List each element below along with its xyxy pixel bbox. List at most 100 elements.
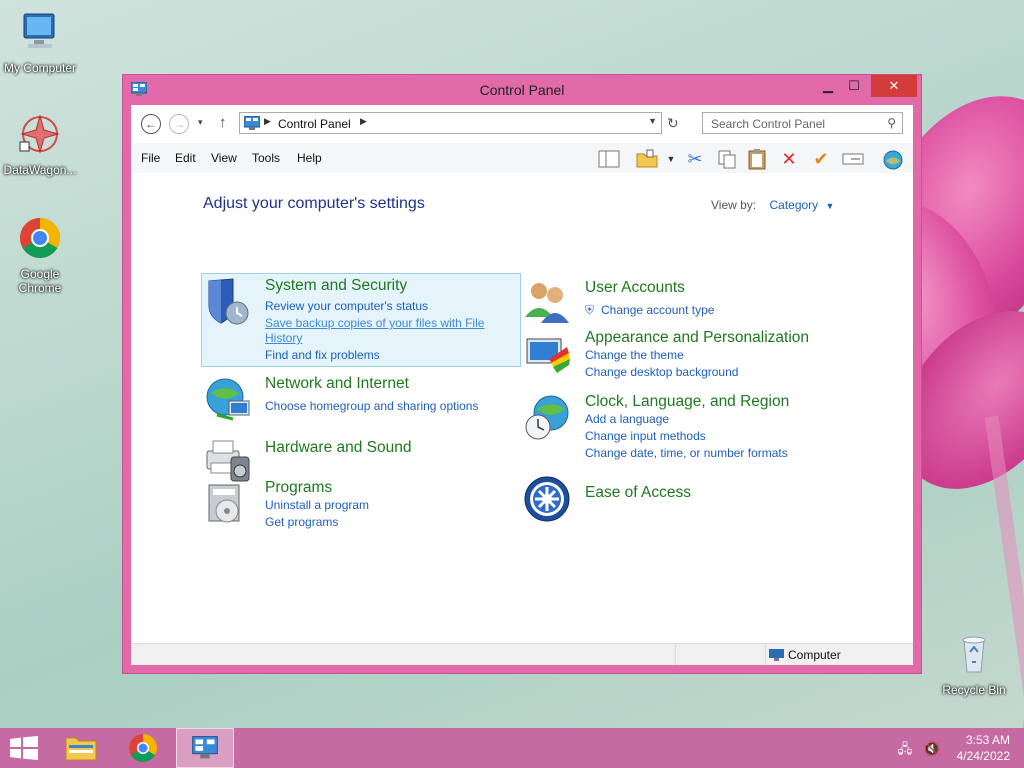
desktop-icon-my-computer[interactable]: My Computer xyxy=(0,10,80,75)
link-change-theme[interactable]: Change the theme xyxy=(585,348,684,362)
category-programs[interactable]: Programs Uninstall a program Get program… xyxy=(203,479,523,533)
category-title[interactable]: Network and Internet xyxy=(265,375,409,393)
desktop-icon-chrome[interactable]: Google Chrome xyxy=(0,216,80,295)
taskbar-chrome[interactable] xyxy=(114,728,172,768)
shield-icon xyxy=(208,278,249,325)
category-appearance[interactable]: Appearance and Personalization Change th… xyxy=(523,329,853,383)
window-title: Control Panel xyxy=(479,82,565,98)
view-by-label: View by: xyxy=(711,198,757,212)
volume-muted-icon[interactable]: 🔇 xyxy=(924,741,940,756)
category-title[interactable]: Hardware and Sound xyxy=(265,439,412,457)
folder-icon xyxy=(65,737,97,761)
recent-locations-dropdown[interactable]: ▾ xyxy=(198,117,203,128)
category-hardware-sound[interactable]: Hardware and Sound xyxy=(203,435,523,485)
breadcrumb-separator-icon[interactable]: ▶ xyxy=(264,116,271,127)
back-button[interactable]: ← xyxy=(141,114,161,134)
network-globe-icon[interactable] xyxy=(881,148,905,170)
control-panel-icon xyxy=(244,116,260,130)
uac-shield-icon: ⛨ xyxy=(585,303,595,317)
copy-icon[interactable] xyxy=(715,148,739,170)
view-by-control: View by: Category ▼ xyxy=(711,198,834,212)
minimize-button[interactable]: ▁ xyxy=(815,75,841,97)
search-icon[interactable]: ⚲ xyxy=(887,116,896,130)
window-client: ← → ▾ ↑ ▶ Control Panel ▶ ▼ ↻ Search Con… xyxy=(131,105,913,665)
clock-time: 3:53 AM xyxy=(965,733,1010,747)
refresh-icon[interactable]: ↻ xyxy=(667,115,679,132)
link-change-desktop-background[interactable]: Change desktop background xyxy=(585,365,738,379)
link-uninstall-program[interactable]: Uninstall a program xyxy=(265,498,369,512)
category-title[interactable]: Programs xyxy=(265,479,332,497)
link-change-date-time-formats[interactable]: Change date, time, or number formats xyxy=(585,446,788,460)
category-ease-of-access[interactable]: Ease of Access xyxy=(523,475,853,525)
menu-view[interactable]: View xyxy=(211,151,237,165)
windows-start-icon[interactable] xyxy=(10,736,38,760)
forward-button[interactable]: → xyxy=(169,114,189,134)
chrome-icon xyxy=(129,734,157,762)
search-placeholder: Search Control Panel xyxy=(711,117,826,131)
breadcrumb-control-panel[interactable]: Control Panel xyxy=(278,117,351,131)
folder-options-dropdown-icon[interactable]: ▼ xyxy=(659,148,683,170)
taskbar-file-explorer[interactable] xyxy=(52,728,110,768)
rename-icon[interactable] xyxy=(841,148,865,170)
category-user-accounts[interactable]: User Accounts ⛨ Change account type xyxy=(523,277,853,325)
link-file-history-cont[interactable]: History xyxy=(265,331,302,345)
category-system-security[interactable]: System and Security Review your computer… xyxy=(203,277,523,367)
recycle-bin-icon xyxy=(962,636,986,673)
link-change-account-type[interactable]: Change account type xyxy=(601,303,714,317)
control-panel-icon xyxy=(192,736,218,759)
clock[interactable]: 3:53 AM 4/24/2022 xyxy=(957,732,1010,764)
taskbar-control-panel[interactable] xyxy=(176,728,234,768)
address-bar[interactable]: ▶ Control Panel ▶ ▼ xyxy=(239,112,662,134)
cut-icon[interactable]: ✂ xyxy=(683,148,707,170)
link-homegroup[interactable]: Choose homegroup and sharing options xyxy=(265,399,478,413)
close-button[interactable]: ✕ xyxy=(871,75,917,97)
printer-icon xyxy=(206,440,250,482)
chrome-icon xyxy=(20,218,60,258)
properties-check-icon[interactable]: ✔ xyxy=(809,148,833,170)
computer-icon xyxy=(769,649,784,661)
desktop-icon-recycle-bin[interactable]: Recycle Bin xyxy=(934,632,1014,697)
category-network-internet[interactable]: Network and Internet Choose homegroup an… xyxy=(203,375,523,425)
breadcrumb-separator-icon[interactable]: ▶ xyxy=(360,116,367,127)
search-input[interactable]: Search Control Panel ⚲ xyxy=(702,112,903,134)
menu-bar: File Edit View Tools Help ▼ ✂ ✕ ✔ xyxy=(131,143,913,173)
link-change-input-methods[interactable]: Change input methods xyxy=(585,429,706,443)
ease-of-access-icon xyxy=(524,476,570,522)
menu-edit[interactable]: Edit xyxy=(175,151,196,165)
status-bar: Computer xyxy=(131,643,913,665)
link-review-status[interactable]: Review your computer's status xyxy=(265,299,428,313)
computer-icon xyxy=(23,13,55,48)
paste-icon[interactable] xyxy=(745,148,769,170)
category-title[interactable]: Clock, Language, and Region xyxy=(585,393,789,411)
menu-tools[interactable]: Tools xyxy=(252,151,280,165)
category-clock-language-region[interactable]: Clock, Language, and Region Add a langua… xyxy=(523,393,853,463)
category-title[interactable]: Appearance and Personalization xyxy=(585,329,809,347)
link-find-fix-problems[interactable]: Find and fix problems xyxy=(265,348,380,362)
category-title[interactable]: User Accounts xyxy=(585,279,685,297)
menu-file[interactable]: File xyxy=(141,151,160,165)
up-button[interactable]: ↑ xyxy=(219,114,227,131)
network-tray-icon[interactable]: 🖧 xyxy=(898,741,913,756)
category-title[interactable]: System and Security xyxy=(265,277,407,295)
delete-icon[interactable]: ✕ xyxy=(777,148,801,170)
clock-globe-icon xyxy=(525,395,569,440)
taskbar: 🖧 🔇 3:53 AM 4/24/2022 xyxy=(0,728,1024,768)
category-title[interactable]: Ease of Access xyxy=(585,484,691,502)
menu-help[interactable]: Help xyxy=(297,151,322,165)
titlebar[interactable]: Control Panel ▁ ☐ ✕ xyxy=(123,75,921,105)
link-add-language[interactable]: Add a language xyxy=(585,412,669,426)
appearance-icon xyxy=(526,338,570,373)
maximize-button[interactable]: ☐ xyxy=(841,75,867,97)
folder-options-icon[interactable] xyxy=(635,148,659,170)
page-title: Adjust your computer's settings xyxy=(203,195,425,212)
programs-icon xyxy=(208,484,240,523)
layout-pane-icon[interactable] xyxy=(597,148,621,170)
address-dropdown-icon[interactable]: ▼ xyxy=(648,116,657,126)
desktop-icon-datawagon[interactable]: DataWagon... xyxy=(0,112,80,177)
link-file-history[interactable]: Save backup copies of your files with Fi… xyxy=(265,316,484,330)
view-by-dropdown[interactable]: Category xyxy=(769,198,818,212)
link-get-programs[interactable]: Get programs xyxy=(265,515,338,529)
network-icon xyxy=(206,378,250,421)
chevron-down-icon[interactable]: ▼ xyxy=(826,201,835,211)
users-icon xyxy=(525,283,569,323)
